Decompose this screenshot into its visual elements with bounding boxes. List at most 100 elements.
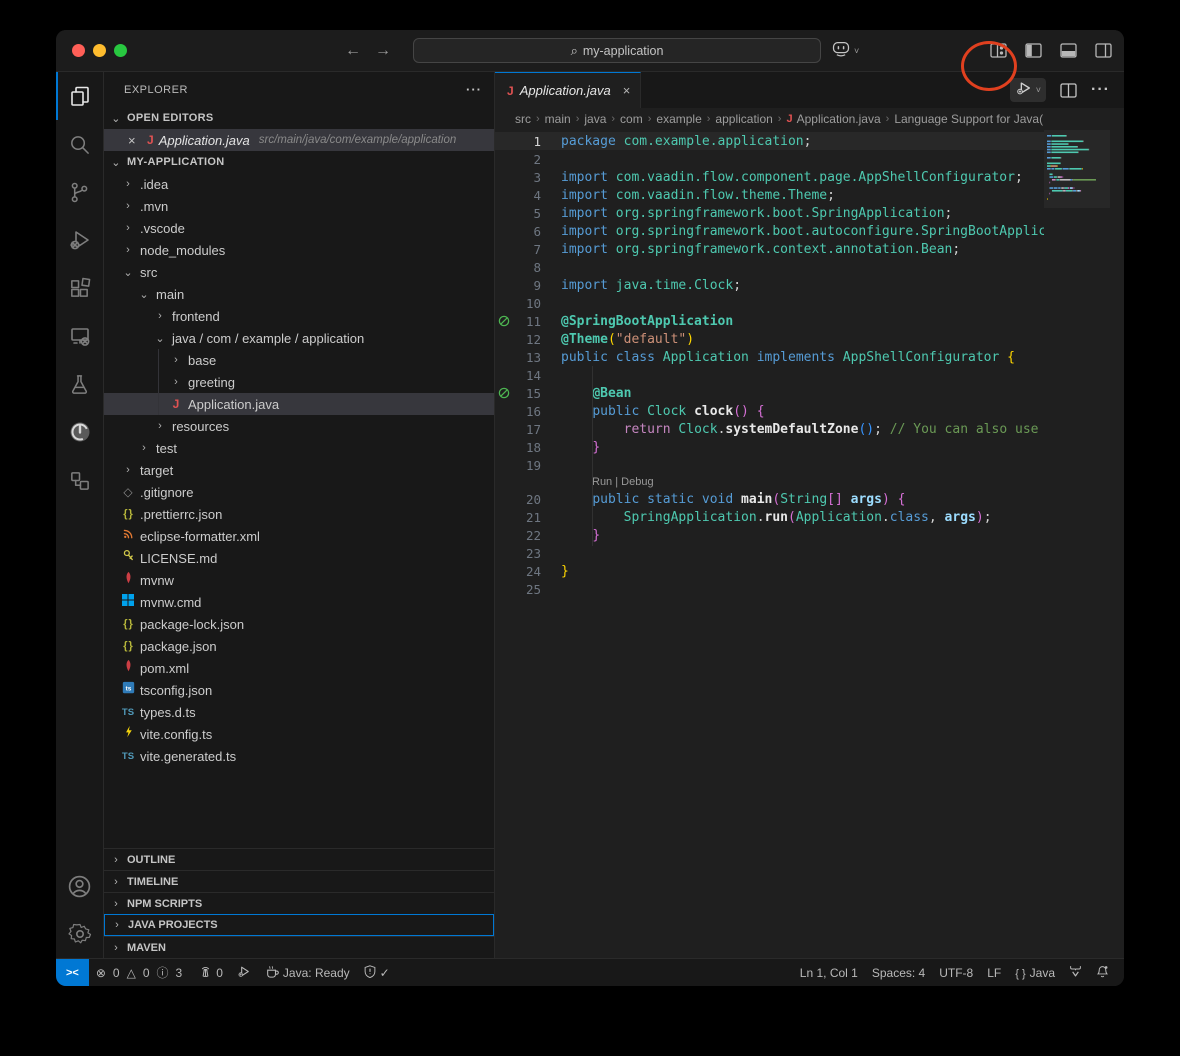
spring-bean-gutter-icon[interactable] (495, 315, 513, 327)
code-line-8: 8 (495, 258, 1044, 276)
editor-more-actions-icon[interactable]: ··· (1091, 81, 1110, 99)
toggle-panel-icon[interactable] (1060, 43, 1077, 58)
section-npm-scripts[interactable]: ›NPM SCRIPTS (104, 892, 494, 914)
minimize-window-button[interactable] (93, 44, 106, 57)
breadcrumb-item[interactable]: JApplication.java (786, 112, 880, 126)
split-editor-icon[interactable] (1060, 83, 1077, 98)
tree-item-types.d.ts[interactable]: TStypes.d.ts (104, 701, 494, 723)
activity-explorer[interactable] (56, 72, 103, 120)
status-cursor-position[interactable]: Ln 1, Col 1 (793, 959, 865, 986)
activity-settings[interactable] (56, 910, 103, 958)
breadcrumb-item[interactable]: java (584, 112, 606, 126)
code-line-13: 13public class Application implements Ap… (495, 348, 1044, 366)
status-vaadin[interactable] (1062, 959, 1089, 986)
code-editor[interactable]: 1package com.example.application;23impor… (495, 130, 1124, 958)
workspace-root-section[interactable]: ⌄ MY-APPLICATION (104, 151, 494, 173)
minimap[interactable] (1044, 130, 1110, 958)
command-center-search[interactable]: ⌕ my-application (413, 38, 821, 63)
tree-item-.gitignore[interactable]: ◇.gitignore (104, 481, 494, 503)
codelens-run-debug[interactable]: Run | Debug (495, 474, 1044, 490)
breadcrumb-item[interactable]: Language Support for Java( (894, 112, 1043, 126)
breadcrumb-item[interactable]: application (715, 112, 772, 126)
tree-item-vite.generated.ts[interactable]: TSvite.generated.ts (104, 745, 494, 767)
breadcrumb-item[interactable]: com (620, 112, 643, 126)
tab-application-java[interactable]: J Application.java × (495, 72, 641, 108)
sidebar-filler (104, 767, 494, 848)
activity-source-control[interactable] (56, 168, 103, 216)
status-language-mode[interactable]: { }Java (1008, 959, 1062, 986)
code-line-23: 23 (495, 544, 1044, 562)
section-maven[interactable]: ›MAVEN (104, 936, 494, 958)
tree-item-.vscode[interactable]: ›.vscode (104, 217, 494, 239)
tree-item-src[interactable]: ⌄src (104, 261, 494, 283)
tree-item-.prettierrc.json[interactable]: { }.prettierrc.json (104, 503, 494, 525)
tree-item-greeting[interactable]: ›greeting (104, 371, 494, 393)
tree-item-node-modules[interactable]: ›node_modules (104, 239, 494, 261)
activity-testing[interactable] (56, 360, 103, 408)
close-tab-icon[interactable]: × (623, 83, 631, 98)
close-window-button[interactable] (72, 44, 85, 57)
java-status[interactable]: Java: Ready (258, 959, 357, 986)
tree-item-mvnw[interactable]: mvnw (104, 569, 494, 591)
tree-item-license.md[interactable]: LICENSE.md (104, 547, 494, 569)
status-eol[interactable]: LF (980, 959, 1008, 986)
close-icon[interactable]: × (128, 133, 142, 148)
section-outline[interactable]: ›OUTLINE (104, 848, 494, 870)
breadcrumb-item[interactable]: src (515, 112, 531, 126)
activity-extensions[interactable] (56, 264, 103, 312)
customize-layout-icon[interactable] (990, 43, 1007, 58)
tree-item-application.java[interactable]: JApplication.java (104, 393, 494, 415)
explorer-more-actions-icon[interactable]: ··· (466, 82, 482, 97)
spring-bean-gutter-icon[interactable] (495, 387, 513, 399)
tree-item-base[interactable]: ›base (104, 349, 494, 371)
activity-accounts[interactable] (56, 862, 103, 910)
activity-search[interactable] (56, 120, 103, 168)
activity-remote-explorer[interactable] (56, 312, 103, 360)
problems-indicator[interactable]: ⊗0 △0 ⓘ3 (89, 959, 192, 986)
activity-run-debug[interactable] (56, 216, 103, 264)
tree-item-frontend[interactable]: ›frontend (104, 305, 494, 327)
breadcrumb-item[interactable]: example (656, 112, 701, 126)
ports-indicator[interactable]: 0 (192, 959, 230, 986)
run-status-button[interactable] (230, 959, 258, 986)
toggle-secondary-sidebar-icon[interactable] (1095, 43, 1112, 58)
tree-item-vite.config.ts[interactable]: vite.config.ts (104, 723, 494, 745)
activity-spring-boot-dashboard[interactable] (56, 408, 103, 456)
toggle-primary-sidebar-icon[interactable] (1025, 43, 1042, 58)
status-encoding[interactable]: UTF-8 (932, 959, 980, 986)
remote-indicator[interactable]: >< (56, 959, 89, 986)
tree-item-target[interactable]: ›target (104, 459, 494, 481)
tree-item-test[interactable]: ›test (104, 437, 494, 459)
tree-item-package-lock.json[interactable]: { }package-lock.json (104, 613, 494, 635)
tree-item-resources[interactable]: ›resources (104, 415, 494, 437)
scrollbar[interactable] (1110, 130, 1124, 958)
activity-project-manager[interactable] (56, 456, 103, 504)
open-editor-item[interactable]: × J Application.java src/main/java/com/e… (104, 129, 494, 151)
java-security-shield[interactable]: ✓ (357, 959, 397, 986)
tree-item-pom.xml[interactable]: pom.xml (104, 657, 494, 679)
copilot-button[interactable]: ˅ (831, 40, 859, 62)
tree-item-tsconfig.json[interactable]: tstsconfig.json (104, 679, 494, 701)
open-editors-section[interactable]: ⌄ OPEN EDITORS (104, 107, 494, 129)
tree-item-.mvn[interactable]: ›.mvn (104, 195, 494, 217)
code-line-22: 22 } (495, 526, 1044, 544)
section-timeline[interactable]: ›TIMELINE (104, 870, 494, 892)
tree-item-java-com-example-application[interactable]: ⌄java / com / example / application (104, 327, 494, 349)
nav-forward-button[interactable]: → (375, 42, 391, 60)
breadcrumb-separator: › (576, 113, 580, 125)
tree-item-package.json[interactable]: { }package.json (104, 635, 494, 657)
coffee-icon (265, 965, 279, 981)
status-indentation[interactable]: Spaces: 4 (865, 959, 932, 986)
tree-item-eclipse-formatter.xml[interactable]: eclipse-formatter.xml (104, 525, 494, 547)
tree-item-mvnw.cmd[interactable]: mvnw.cmd (104, 591, 494, 613)
editor-group: J Application.java × ˅ ··· src›main›java… (495, 72, 1124, 958)
section-java-projects[interactable]: ›JAVA PROJECTS (104, 914, 494, 936)
maximize-window-button[interactable] (114, 44, 127, 57)
status-notifications[interactable] (1089, 959, 1116, 986)
breadcrumb-item[interactable]: main (545, 112, 571, 126)
nav-back-button[interactable]: ← (345, 42, 361, 60)
chevron-right-icon: › (152, 310, 168, 322)
tree-item-.idea[interactable]: ›.idea (104, 173, 494, 195)
run-java-button[interactable]: ˅ (1010, 78, 1046, 102)
tree-item-main[interactable]: ⌄main (104, 283, 494, 305)
